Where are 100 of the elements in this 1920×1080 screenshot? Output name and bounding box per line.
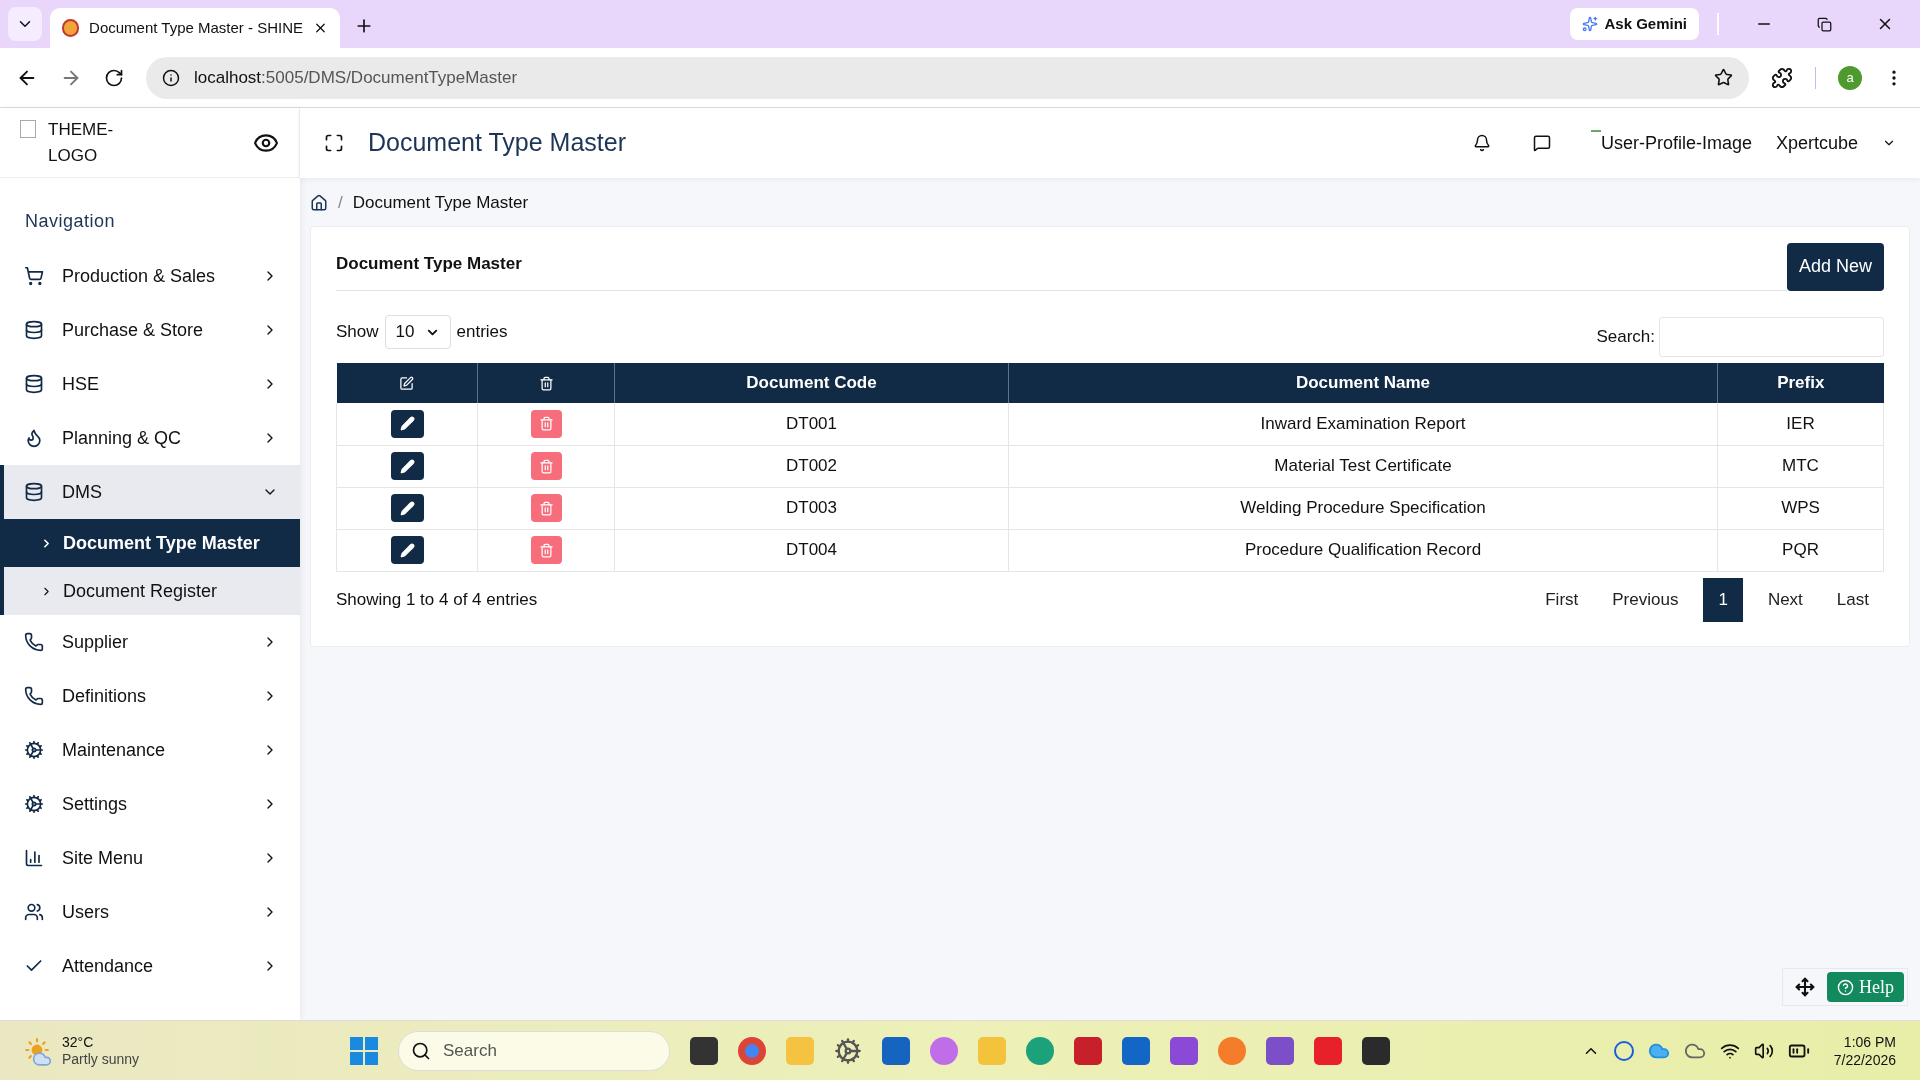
search-field[interactable] xyxy=(1659,317,1884,357)
browser-tab[interactable]: Document Type Master - SHINE xyxy=(50,8,340,48)
pagination-button[interactable]: Last xyxy=(1821,577,1884,622)
nav-item[interactable]: Site Menu xyxy=(0,831,300,885)
taskbar-search[interactable]: Search xyxy=(398,1030,670,1071)
sparkle-icon xyxy=(1582,16,1599,32)
trash-icon xyxy=(538,375,554,391)
user-name[interactable]: Xpertcube xyxy=(1775,129,1858,157)
ask-gemini-button[interactable]: Ask Gemini xyxy=(1570,8,1699,40)
pagination-button[interactable]: Next xyxy=(1752,577,1818,622)
table-cell: PQR xyxy=(1717,529,1884,571)
profile-avatar[interactable]: a xyxy=(1838,65,1862,90)
reload-icon[interactable] xyxy=(104,67,124,88)
extensions-icon[interactable] xyxy=(1771,66,1793,89)
address-bar[interactable]: localhost:5005/DMS/DocumentTypeMaster xyxy=(146,56,1749,99)
nav-subitem[interactable]: Document Type Master xyxy=(4,519,300,567)
clock-date[interactable]: 7/22/2026 xyxy=(1833,1050,1896,1069)
nav-item[interactable]: Planning & QC xyxy=(0,411,300,465)
table-info: Showing 1 to 4 of 4 entries xyxy=(336,588,539,611)
pencil-icon xyxy=(399,458,415,474)
edit-button[interactable] xyxy=(390,494,424,522)
nav-item[interactable]: Definitions xyxy=(0,669,300,723)
table-cell: IER xyxy=(1717,403,1884,445)
nav-item[interactable]: Settings xyxy=(0,777,300,831)
restore-icon[interactable] xyxy=(1817,17,1832,32)
move-icon[interactable] xyxy=(1795,977,1815,997)
database-icon xyxy=(24,482,44,502)
pagination-button[interactable]: First xyxy=(1530,577,1594,622)
show-label: Show xyxy=(336,321,379,344)
bell-icon[interactable] xyxy=(1472,134,1491,152)
app-tray-icon[interactable] xyxy=(1613,1040,1634,1061)
clock-time[interactable]: 1:06 PM xyxy=(1843,1032,1896,1051)
delete-button[interactable] xyxy=(530,409,562,438)
fullscreen-icon[interactable] xyxy=(324,133,344,153)
nav-item[interactable]: Production & Sales xyxy=(0,249,300,303)
app-icon[interactable] xyxy=(1122,1036,1150,1065)
settings-icon[interactable] xyxy=(834,1036,862,1065)
pagination-button[interactable]: 1 xyxy=(1703,577,1743,622)
pencil-icon xyxy=(399,416,415,432)
help-button[interactable]: Help xyxy=(1827,972,1904,1002)
delete-button[interactable] xyxy=(530,494,562,522)
phone-icon xyxy=(24,686,44,706)
add-new-button[interactable]: Add New xyxy=(1786,242,1884,291)
column-header[interactable]: Document Name xyxy=(1008,363,1718,403)
nav-item[interactable]: Purchase & Store xyxy=(0,303,300,357)
pencil-icon xyxy=(399,542,415,558)
column-header[interactable]: Prefix xyxy=(1717,363,1884,403)
pagination-button[interactable]: Previous xyxy=(1597,577,1694,622)
terminal-icon[interactable] xyxy=(1362,1036,1390,1065)
users-icon xyxy=(24,902,44,922)
breadcrumb-current: Document Type Master xyxy=(352,192,529,214)
table-cell: MTC xyxy=(1717,445,1884,487)
search-label: Search: xyxy=(1596,325,1655,348)
entries-label: entries xyxy=(456,321,508,344)
nav-heading: Navigation xyxy=(24,210,117,233)
pencil-icon xyxy=(399,500,415,516)
app-icon[interactable] xyxy=(1170,1036,1198,1065)
trash-icon xyxy=(538,542,554,558)
flame-icon xyxy=(24,428,44,448)
site-favicon xyxy=(62,19,80,37)
nav-item[interactable]: HSE xyxy=(0,357,300,411)
column-header[interactable]: Document Code xyxy=(614,363,1009,403)
table-cell: Material Test Certificate xyxy=(1008,445,1718,487)
nav-item[interactable]: Maintenance xyxy=(0,723,300,777)
edit-button[interactable] xyxy=(390,452,424,480)
cart-icon xyxy=(24,266,44,286)
volume-icon[interactable] xyxy=(1753,1040,1774,1061)
database-icon xyxy=(24,374,44,394)
page-size-select[interactable]: 10 xyxy=(384,315,451,349)
table-cell: DT001 xyxy=(614,403,1009,445)
table-cell: Inward Examination Report xyxy=(1008,403,1718,445)
trash-icon xyxy=(538,500,554,516)
nav-subitem[interactable]: Document Register xyxy=(4,567,300,615)
delete-button[interactable] xyxy=(530,452,562,480)
delete-button[interactable] xyxy=(530,536,562,564)
nav-item[interactable]: Attendance xyxy=(0,939,300,993)
bookmark-star-icon[interactable] xyxy=(1714,68,1733,87)
table-cell: WPS xyxy=(1717,487,1884,529)
nav-item[interactable]: Supplier xyxy=(0,615,300,669)
start-icon[interactable] xyxy=(350,1036,378,1065)
chrome-icon[interactable] xyxy=(738,1036,766,1065)
phone-icon xyxy=(24,632,44,652)
table-cell: Welding Procedure Specification xyxy=(1008,487,1718,529)
breadcrumb-separator: / xyxy=(338,192,343,214)
tab-title: Document Type Master - SHINE xyxy=(89,17,304,38)
trash-icon xyxy=(538,458,554,474)
profile-image-alt: User-Profile-Image xyxy=(1600,131,1752,155)
message-icon[interactable] xyxy=(1532,134,1551,152)
weather-condition: Partly sunny xyxy=(62,1050,140,1068)
site-info-icon[interactable] xyxy=(162,68,180,87)
table-cell: DT002 xyxy=(614,445,1009,487)
broken-image-icon xyxy=(20,120,36,138)
edit-button[interactable] xyxy=(390,536,424,564)
nav-item[interactable]: DMS xyxy=(4,465,300,519)
nav-item[interactable]: Users xyxy=(0,885,300,939)
help-icon xyxy=(1837,978,1854,996)
card-title: Document Type Master xyxy=(336,242,1787,291)
bar-chart-icon xyxy=(24,848,44,868)
edit-button[interactable] xyxy=(390,409,424,438)
home-icon[interactable] xyxy=(310,193,328,212)
